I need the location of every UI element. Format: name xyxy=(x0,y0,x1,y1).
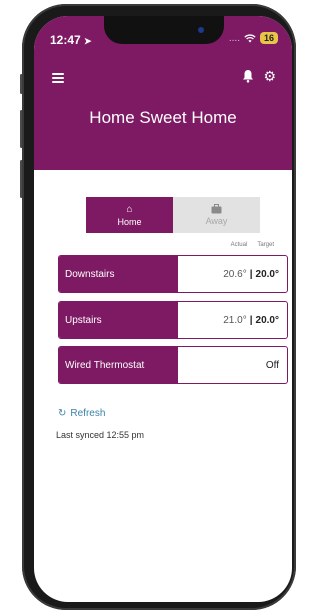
mode-home-label: Home xyxy=(117,216,142,227)
mode-toggle: ⌂ Home Away xyxy=(86,197,260,233)
zone-wired-thermostat[interactable]: Wired Thermostat Off xyxy=(58,346,288,384)
zone-temperature: 20.6° | 20.0° xyxy=(178,256,287,292)
app-header: ⚙ Home Sweet Home xyxy=(34,60,292,170)
briefcase-icon xyxy=(211,204,222,214)
wifi-icon xyxy=(244,33,256,42)
mode-away-label: Away xyxy=(205,216,228,226)
zone-upstairs[interactable]: Upstairs 21.0° | 20.0° xyxy=(58,301,288,339)
column-labels: Actual Target xyxy=(231,242,274,248)
refresh-label: Refresh xyxy=(70,408,106,419)
temp-separator: | xyxy=(249,268,253,280)
target-label: Target xyxy=(257,242,274,248)
target-temp: 20.0° xyxy=(255,314,279,326)
zone-temperature: 21.0° | 20.0° xyxy=(178,302,287,338)
actual-label: Actual xyxy=(230,242,248,248)
camera-dot xyxy=(198,27,204,33)
zone-name: Downstairs xyxy=(59,256,178,292)
status-time: 12:47 ➤ xyxy=(50,33,92,47)
last-synced-text: Last synced 12:55 pm xyxy=(56,430,145,440)
status-indicators: .... 16 xyxy=(229,32,278,44)
signal-indicator: .... xyxy=(228,32,240,44)
refresh-icon: ↻ xyxy=(58,408,67,419)
phone-screen: 12:47 ➤ .... 16 ⚙ Home Sweet Home ⌂ Home… xyxy=(34,16,292,602)
temp-separator: | xyxy=(249,314,253,326)
zone-name: Upstairs xyxy=(59,302,178,338)
target-temp: 20.0° xyxy=(255,268,279,280)
zone-name: Wired Thermostat xyxy=(59,347,178,383)
gear-icon[interactable]: ⚙ xyxy=(263,68,276,85)
navigation-arrow-icon: ➤ xyxy=(84,36,92,46)
zone-downstairs[interactable]: Downstairs 20.6° | 20.0° xyxy=(58,255,288,293)
status-bar: 12:47 ➤ .... 16 xyxy=(34,16,292,60)
actual-temp: 21.0° xyxy=(223,314,247,326)
home-icon: ⌂ xyxy=(126,203,133,215)
menu-icon[interactable] xyxy=(52,73,64,83)
mode-home-button[interactable]: ⌂ Home xyxy=(86,197,173,233)
refresh-button[interactable]: ↻ Refresh xyxy=(58,408,105,419)
notch xyxy=(104,16,224,44)
zone-status: Off xyxy=(265,359,279,371)
battery-indicator: 16 xyxy=(259,32,278,44)
mode-away-button[interactable]: Away xyxy=(173,197,260,233)
bell-icon[interactable] xyxy=(242,69,254,83)
page-title: Home Sweet Home xyxy=(89,108,237,127)
actual-temp: 20.6° xyxy=(223,268,247,280)
